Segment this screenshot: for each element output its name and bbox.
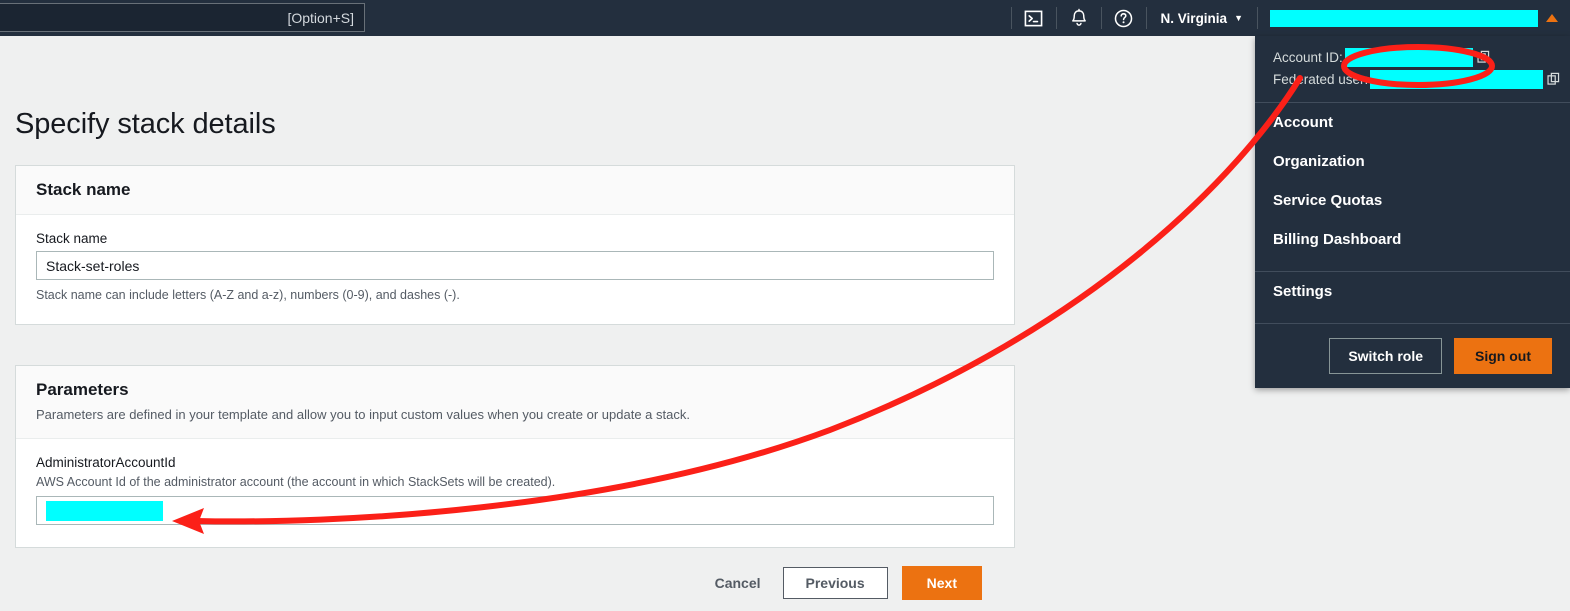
- search-placeholder-text: atures, blogs, docs, and more: [0, 10, 287, 26]
- account-id-value-redacted: [1344, 47, 1473, 67]
- parameters-card-body: AdministratorAccountId AWS Account Id of…: [16, 439, 1014, 547]
- stack-name-card-body: Stack name Stack-set-roles Stack name ca…: [16, 215, 1014, 324]
- switch-role-button[interactable]: Switch role: [1329, 338, 1442, 374]
- parameters-card-title: Parameters: [36, 380, 129, 399]
- federated-user-label: Federated user:: [1273, 71, 1369, 87]
- stack-name-card-title: Stack name: [36, 180, 131, 199]
- stack-name-help-text: Stack name can include letters (A-Z and …: [36, 288, 460, 302]
- copy-icon[interactable]: [1477, 50, 1491, 64]
- stack-name-input[interactable]: Stack-set-roles: [36, 251, 994, 280]
- global-search-input[interactable]: atures, blogs, docs, and more [Option+S]: [0, 3, 365, 32]
- stack-name-field-label: Stack name: [36, 231, 108, 246]
- parameters-card-header: Parameters Parameters are defined in you…: [16, 366, 1014, 439]
- account-id-row: Account ID:: [1255, 46, 1570, 68]
- aws-console-screen: atures, blogs, docs, and more [Option+S]: [0, 0, 1570, 611]
- wizard-footer: Cancel Previous Next: [0, 566, 1015, 600]
- menu-item-organization[interactable]: Organization: [1255, 142, 1570, 181]
- cancel-button[interactable]: Cancel: [707, 569, 769, 597]
- account-id-label: Account ID:: [1273, 49, 1343, 65]
- account-dropdown-menu: Account ID: Federated user: Account Orga…: [1255, 36, 1570, 388]
- nav-divider: [1100, 7, 1102, 29]
- region-selector[interactable]: N. Virginia ▼: [1149, 0, 1255, 36]
- administrator-account-id-redacted: [46, 500, 163, 521]
- menu-item-service-quotas[interactable]: Service Quotas: [1255, 181, 1570, 220]
- bell-icon[interactable]: [1059, 0, 1099, 36]
- menu-item-billing-dashboard[interactable]: Billing Dashboard: [1255, 220, 1570, 259]
- federated-user-value-redacted: [1370, 69, 1544, 89]
- cloudshell-icon[interactable]: [1014, 0, 1054, 36]
- federated-user-row: Federated user:: [1255, 68, 1570, 90]
- administrator-account-id-input[interactable]: [36, 496, 994, 525]
- chevron-down-icon: ▼: [1234, 12, 1243, 23]
- parameters-card-subtitle: Parameters are defined in your template …: [36, 407, 690, 422]
- region-label: N. Virginia: [1160, 10, 1228, 26]
- nav-divider: [1257, 7, 1258, 29]
- top-navigation-bar: atures, blogs, docs, and more [Option+S]: [0, 0, 1570, 36]
- nav-divider: [1010, 7, 1012, 29]
- help-circle-icon[interactable]: [1104, 0, 1144, 36]
- account-name-redacted: [1270, 9, 1538, 27]
- stack-name-card-header: Stack name: [16, 166, 1014, 215]
- parameters-card: Parameters Parameters are defined in you…: [15, 365, 1015, 548]
- account-menu-button[interactable]: [1260, 0, 1570, 36]
- triangle-up-icon: [1546, 14, 1558, 22]
- sign-out-button[interactable]: Sign out: [1454, 338, 1552, 374]
- menu-item-settings[interactable]: Settings: [1255, 272, 1570, 311]
- copy-icon[interactable]: [1547, 72, 1561, 86]
- search-shortcut-hint: [Option+S]: [287, 9, 354, 26]
- previous-button[interactable]: Previous: [782, 567, 888, 599]
- administrator-account-id-description: AWS Account Id of the administrator acco…: [36, 475, 556, 489]
- dropdown-action-buttons: Switch role Sign out: [1255, 324, 1570, 378]
- stack-name-card: Stack name Stack name Stack-set-roles St…: [15, 165, 1015, 325]
- page-title: Specify stack details: [15, 108, 276, 140]
- next-button[interactable]: Next: [901, 566, 982, 600]
- nav-divider: [1055, 7, 1057, 29]
- top-nav-right-group: N. Virginia ▼: [1009, 0, 1570, 36]
- nav-divider: [1145, 7, 1147, 29]
- menu-item-account[interactable]: Account: [1255, 103, 1570, 142]
- administrator-account-id-label: AdministratorAccountId: [36, 455, 176, 470]
